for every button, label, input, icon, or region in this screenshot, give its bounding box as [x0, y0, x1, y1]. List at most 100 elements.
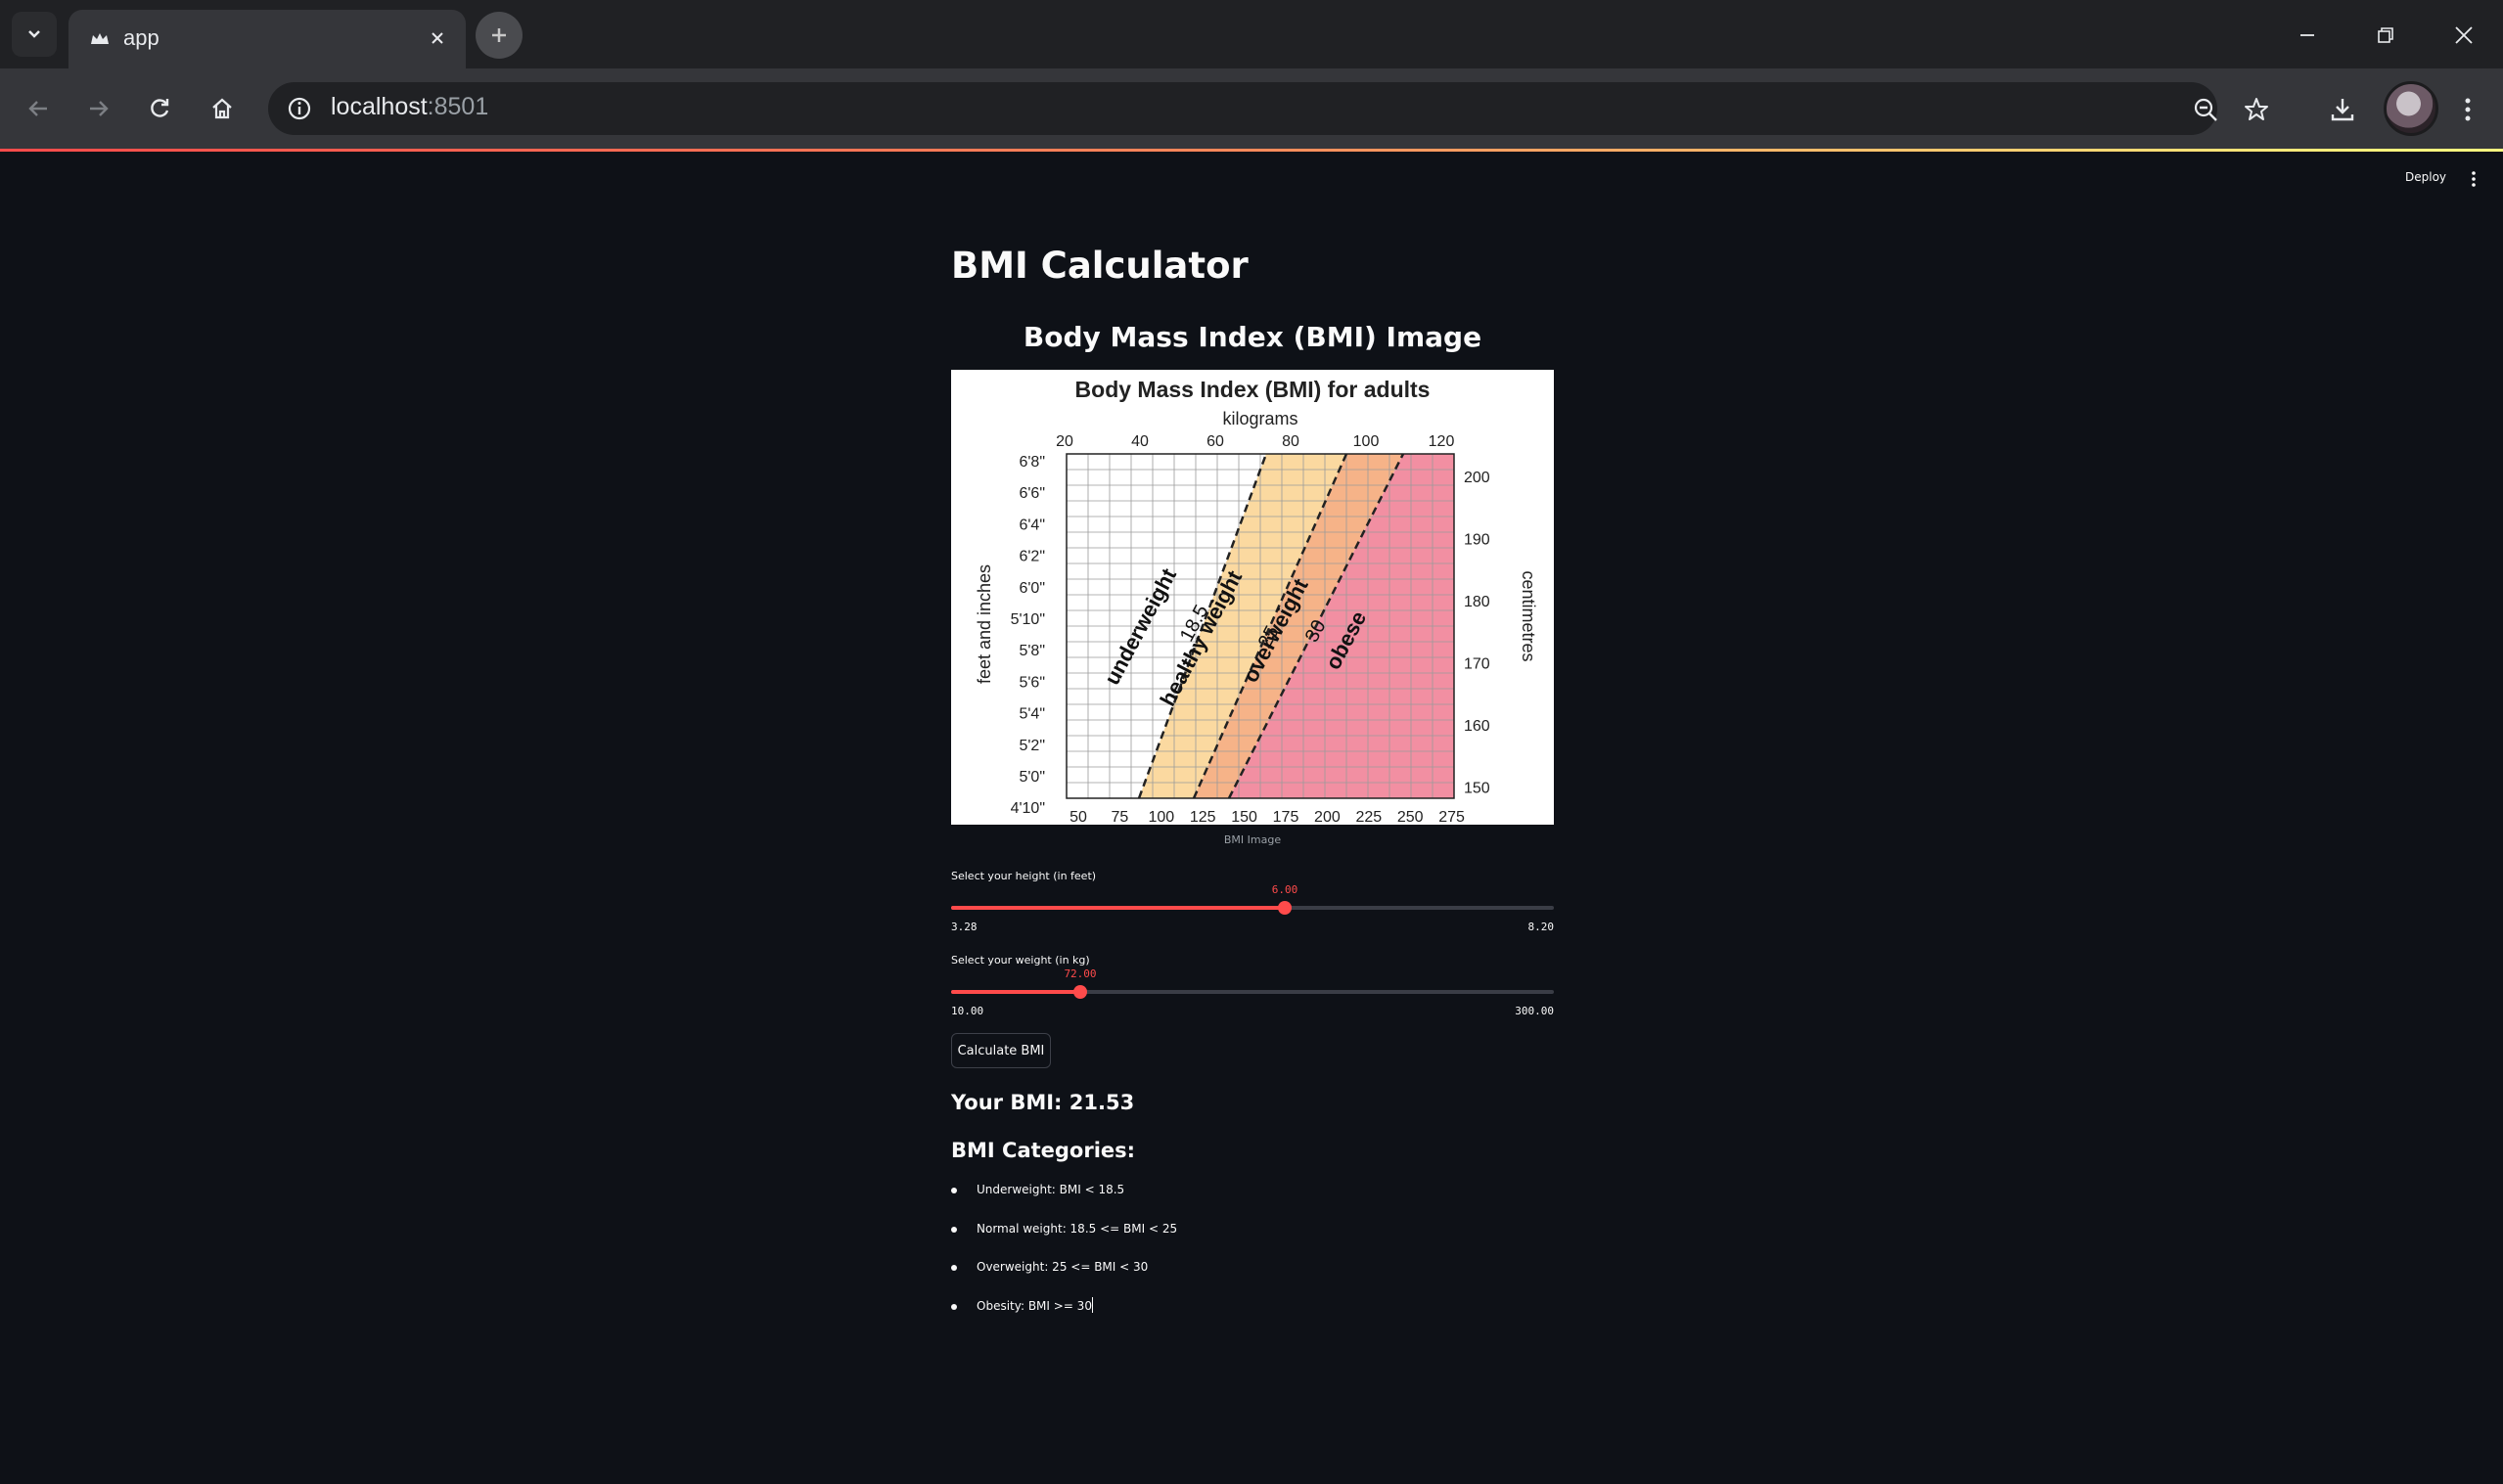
streamlit-crown-icon: [91, 33, 109, 44]
restore-icon: [2378, 27, 2393, 43]
reload-icon: [151, 99, 169, 117]
downloads-button[interactable]: [2327, 94, 2358, 125]
weight-slider-value: 72.00: [1064, 967, 1097, 980]
browser-menu-button[interactable]: [2452, 94, 2483, 125]
tick-kg: 60: [1206, 433, 1224, 450]
arrow-right-icon: [90, 101, 109, 116]
tick-kg: 120: [1429, 433, 1455, 450]
tick-lb: 275: [1438, 809, 1465, 825]
tick-feet: 6'0": [1019, 580, 1045, 597]
page-title: BMI Calculator: [951, 245, 1249, 287]
tick-lb: 50: [1069, 809, 1087, 825]
weight-slider-max: 300.00: [1515, 1005, 1554, 1017]
site-info-icon[interactable]: [286, 95, 313, 122]
tick-cm: 170: [1464, 656, 1490, 673]
download-icon: [2331, 99, 2354, 121]
url-host: localhost: [331, 93, 428, 120]
tick-feet: 5'8": [1019, 643, 1045, 659]
tick-feet: 5'10": [1011, 611, 1045, 628]
calculate-bmi-button[interactable]: Calculate BMI: [951, 1033, 1051, 1068]
minimize-icon: [2300, 34, 2314, 36]
tick-feet: 6'8": [1019, 454, 1045, 471]
tick-cm: 200: [1464, 470, 1490, 486]
browser-tab-bar: app: [0, 0, 2503, 68]
height-slider-label: Select your height (in feet): [951, 870, 1097, 882]
url-text[interactable]: localhost:8501: [331, 93, 488, 121]
profile-avatar[interactable]: [2384, 81, 2438, 136]
browser-toolbar: localhost:8501: [0, 68, 2503, 149]
streamlit-status-bar: [0, 149, 2503, 152]
bmi-chart-image: Body Mass Index (BMI) for adults kilogram…: [951, 370, 1554, 825]
app-menu-icon[interactable]: [2466, 168, 2481, 190]
height-slider-min: 3.28: [951, 921, 978, 933]
plus-icon: [492, 28, 506, 42]
chart-left-unit: feet and inches: [975, 564, 994, 684]
tick-lb: 75: [1112, 809, 1129, 825]
tick-feet: 5'0": [1019, 769, 1045, 786]
weight-slider-min: 10.00: [951, 1005, 984, 1017]
chart-top-unit: kilograms: [1222, 409, 1297, 428]
url-port: :8501: [427, 93, 489, 120]
height-slider[interactable]: 6.00: [951, 883, 1554, 915]
bmi-result: Your BMI: 21.53: [951, 1091, 1135, 1114]
zoom-button[interactable]: [2190, 94, 2221, 125]
new-tab-button[interactable]: [476, 12, 523, 59]
category-item-obesity: Obesity: BMI >= 30: [951, 1296, 1177, 1335]
tick-lb: 100: [1148, 809, 1174, 825]
category-item-overweight: Overweight: 25 <= BMI < 30: [951, 1257, 1177, 1296]
arrow-left-icon: [28, 101, 47, 116]
height-slider-max: 8.20: [1527, 921, 1555, 933]
browser-tab-app[interactable]: app: [68, 10, 466, 68]
height-slider-thumb[interactable]: [1278, 901, 1292, 915]
tick-cm: 160: [1464, 718, 1490, 735]
categories-list: Underweight: BMI < 18.5 Normal weight: 1…: [951, 1180, 1177, 1334]
tick-lb: 150: [1231, 809, 1257, 825]
address-bar[interactable]: localhost:8501: [268, 82, 2217, 135]
category-item-underweight: Underweight: BMI < 18.5: [951, 1180, 1177, 1219]
category-item-normal: Normal weight: 18.5 <= BMI < 25: [951, 1219, 1177, 1258]
kebab-menu-icon: [2465, 98, 2471, 121]
tick-feet: 5'4": [1019, 706, 1045, 723]
image-caption: BMI Image: [1223, 833, 1282, 846]
weight-slider-thumb[interactable]: [1073, 985, 1087, 999]
tick-cm: 180: [1464, 594, 1490, 610]
tick-cm: 150: [1464, 781, 1490, 797]
bookmark-button[interactable]: [2241, 94, 2272, 125]
forward-button[interactable]: [76, 86, 121, 131]
bmi-chart-graphic: Body Mass Index (BMI) for adults kilogram…: [975, 377, 1538, 825]
tick-feet: 4'10": [1011, 800, 1045, 817]
weight-slider-fill: [951, 990, 1080, 994]
image-heading: Body Mass Index (BMI) Image: [1023, 321, 1482, 353]
close-window-button[interactable]: [2442, 14, 2485, 57]
tick-lb: 200: [1314, 809, 1341, 825]
tick-feet: 6'2": [1019, 549, 1045, 565]
tick-kg: 40: [1131, 433, 1149, 450]
home-button[interactable]: [200, 86, 245, 131]
chart-title: Body Mass Index (BMI) for adults: [1075, 377, 1431, 402]
chart-right-unit: centimetres: [1519, 570, 1538, 661]
close-icon: [432, 32, 443, 44]
deploy-button[interactable]: Deploy: [2405, 170, 2446, 184]
tick-feet: 6'6": [1019, 485, 1045, 502]
tick-kg: 80: [1282, 433, 1299, 450]
home-icon: [212, 98, 232, 119]
tick-lb: 250: [1397, 809, 1424, 825]
chevron-down-icon: [28, 30, 40, 38]
weight-slider-label: Select your weight (in kg): [951, 954, 1090, 967]
categories-heading: BMI Categories:: [951, 1139, 1136, 1162]
tick-feet: 6'4": [1019, 517, 1045, 533]
minimize-button[interactable]: [2286, 14, 2329, 57]
tick-lb: 125: [1190, 809, 1216, 825]
tab-title: app: [123, 25, 159, 50]
weight-slider[interactable]: 72.00: [951, 967, 1554, 999]
tick-lb: 175: [1273, 809, 1299, 825]
tab-search-button[interactable]: [12, 12, 57, 57]
tick-feet: 5'6": [1019, 674, 1045, 691]
tick-cm: 190: [1464, 532, 1490, 549]
height-slider-fill: [951, 906, 1285, 910]
restore-button[interactable]: [2364, 14, 2407, 57]
back-button[interactable]: [16, 86, 61, 131]
close-tab-button[interactable]: [423, 23, 452, 53]
reload-button[interactable]: [137, 86, 182, 131]
zoom-out-icon: [2194, 98, 2217, 121]
